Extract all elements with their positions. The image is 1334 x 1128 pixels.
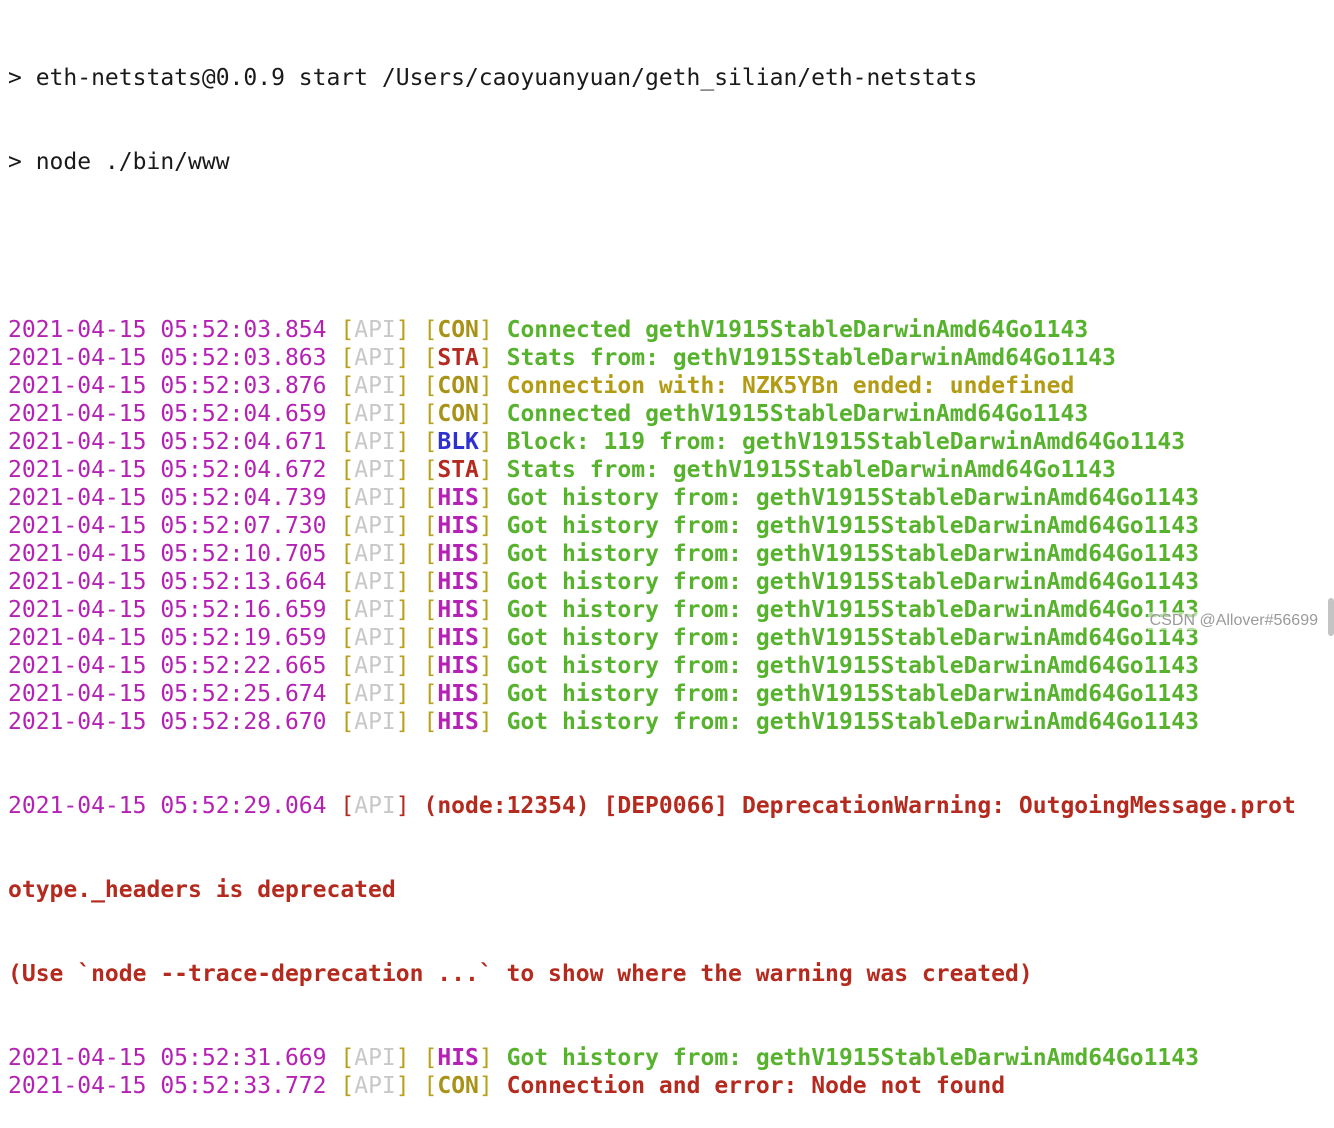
log-message: Got history from: gethV1915StableDarwinA…: [506, 681, 1199, 707]
log-line-continued: otype._headers is deprecated: [8, 877, 396, 903]
log-line: 2021-04-15 05:52:07.730 [API] [HIS] Got …: [8, 513, 1199, 539]
log-line: 2021-04-15 05:52:03.854 [API] [CON] Conn…: [8, 317, 1089, 343]
log-tag: HIS: [437, 541, 479, 567]
log-api-label: API: [354, 597, 396, 623]
log-message: Stats from: gethV1915StableDarwinAmd64Go…: [506, 457, 1116, 483]
log-api-label: API: [354, 317, 396, 343]
log-timestamp: 2021-04-15 05:52:28.670: [8, 709, 327, 735]
log-api-label: API: [354, 373, 396, 399]
watermark: CSDN @Allover#56699: [1147, 612, 1320, 630]
log-tag: HIS: [437, 653, 479, 679]
log-api-label: API: [354, 345, 396, 371]
log-timestamp: 2021-04-15 05:52:22.665: [8, 653, 327, 679]
log-api-label: API: [354, 485, 396, 511]
log-line: 2021-04-15 05:52:25.674 [API] [HIS] Got …: [8, 681, 1199, 707]
log-timestamp: 2021-04-15 05:52:13.664: [8, 569, 327, 595]
log-tag: HIS: [437, 681, 479, 707]
log-line: 2021-04-15 05:52:03.876 [API] [CON] Conn…: [8, 373, 1075, 399]
log-line: 2021-04-15 05:52:13.664 [API] [HIS] Got …: [8, 569, 1199, 595]
log-tag: CON: [437, 401, 479, 427]
log-line: 2021-04-15 05:52:04.671 [API] [BLK] Bloc…: [8, 429, 1186, 455]
log-list: 2021-04-15 05:52:03.854 [API] [CON] Conn…: [8, 316, 1320, 736]
log-message: Connection with: NZK5YBn ended: undefine…: [506, 373, 1075, 399]
log-api-label: API: [354, 429, 396, 455]
log-timestamp: 2021-04-15 05:52:04.659: [8, 401, 327, 427]
log-tag: HIS: [437, 625, 479, 651]
log-message: Got history from: gethV1915StableDarwinA…: [506, 625, 1199, 651]
log-timestamp: 2021-04-15 05:52:25.674: [8, 681, 327, 707]
log-api-label: API: [354, 513, 396, 539]
log-line: 2021-04-15 05:52:03.863 [API] [STA] Stat…: [8, 345, 1116, 371]
log-tag: HIS: [437, 1045, 479, 1071]
log-line: 2021-04-15 05:52:22.665 [API] [HIS] Got …: [8, 653, 1199, 679]
log-tag: CON: [437, 373, 479, 399]
log-message: Got history from: gethV1915StableDarwinA…: [506, 569, 1199, 595]
log-timestamp: 2021-04-15 05:52:04.672: [8, 457, 327, 483]
log-timestamp: 2021-04-15 05:52:29.064: [8, 793, 327, 819]
log-timestamp: 2021-04-15 05:52:04.671: [8, 429, 327, 455]
log-message: (node:12354) [DEP0066] DeprecationWarnin…: [423, 793, 1296, 819]
log-tag: CON: [437, 1073, 479, 1099]
log-timestamp: 2021-04-15 05:52:03.876: [8, 373, 327, 399]
log-api-label: API: [354, 709, 396, 735]
log-message: Got history from: gethV1915StableDarwinA…: [506, 653, 1199, 679]
log-api-label: API: [354, 541, 396, 567]
log-line: 2021-04-15 05:52:31.669 [API] [HIS] Got …: [8, 1045, 1199, 1071]
log-api-label: API: [354, 793, 396, 819]
log-tag: CON: [437, 317, 479, 343]
log-timestamp: 2021-04-15 05:52:33.772: [8, 1073, 327, 1099]
log-line-deprecation: 2021-04-15 05:52:29.064 [API] (node:1235…: [8, 793, 1296, 819]
log-timestamp: 2021-04-15 05:52:31.669: [8, 1045, 327, 1071]
log-timestamp: 2021-04-15 05:52:03.863: [8, 345, 327, 371]
log-list: 2021-04-15 05:52:31.669 [API] [HIS] Got …: [8, 1044, 1320, 1100]
log-message: Got history from: gethV1915StableDarwinA…: [506, 1045, 1199, 1071]
log-tag: STA: [437, 345, 479, 371]
log-tag: HIS: [437, 485, 479, 511]
log-message: Connected gethV1915StableDarwinAmd64Go11…: [506, 317, 1089, 343]
log-api-label: API: [354, 653, 396, 679]
scrollbar-thumb[interactable]: [1328, 598, 1334, 636]
log-message: Got history from: gethV1915StableDarwinA…: [506, 513, 1199, 539]
terminal-output[interactable]: > eth-netstats@0.0.9 start /Users/caoyua…: [8, 8, 1320, 1128]
log-line: 2021-04-15 05:52:28.670 [API] [HIS] Got …: [8, 709, 1199, 735]
log-message: Block: 119 from: gethV1915StableDarwinAm…: [506, 429, 1186, 455]
log-message: Connected gethV1915StableDarwinAmd64Go11…: [506, 401, 1089, 427]
log-tag: STA: [437, 457, 479, 483]
log-api-label: API: [354, 1073, 396, 1099]
log-message: Got history from: gethV1915StableDarwinA…: [506, 485, 1199, 511]
log-timestamp: 2021-04-15 05:52:10.705: [8, 541, 327, 567]
command-line: > eth-netstats@0.0.9 start /Users/caoyua…: [8, 65, 978, 91]
log-line: 2021-04-15 05:52:04.672 [API] [STA] Stat…: [8, 457, 1116, 483]
log-line: 2021-04-15 05:52:16.659 [API] [HIS] Got …: [8, 597, 1199, 623]
log-api-label: API: [354, 401, 396, 427]
log-timestamp: 2021-04-15 05:52:16.659: [8, 597, 327, 623]
log-line: 2021-04-15 05:52:10.705 [API] [HIS] Got …: [8, 541, 1199, 567]
log-message: Connection and error: Node not found: [506, 1073, 1006, 1099]
log-message: Got history from: gethV1915StableDarwinA…: [506, 597, 1199, 623]
log-timestamp: 2021-04-15 05:52:03.854: [8, 317, 327, 343]
log-timestamp: 2021-04-15 05:52:04.739: [8, 485, 327, 511]
log-tag: HIS: [437, 597, 479, 623]
log-line: 2021-04-15 05:52:33.772 [API] [CON] Conn…: [8, 1073, 1006, 1099]
log-line: 2021-04-15 05:52:04.739 [API] [HIS] Got …: [8, 485, 1199, 511]
log-api-label: API: [354, 625, 396, 651]
log-timestamp: 2021-04-15 05:52:19.659: [8, 625, 327, 651]
log-api-label: API: [354, 1045, 396, 1071]
log-line: 2021-04-15 05:52:04.659 [API] [CON] Conn…: [8, 401, 1089, 427]
command-line: > node ./bin/www: [8, 149, 230, 175]
log-message: Got history from: gethV1915StableDarwinA…: [506, 709, 1199, 735]
log-message: Got history from: gethV1915StableDarwinA…: [506, 541, 1199, 567]
log-tag: BLK: [437, 429, 479, 455]
log-line-continued: (Use `node --trace-deprecation ...` to s…: [8, 961, 1033, 987]
log-tag: HIS: [437, 709, 479, 735]
log-line: 2021-04-15 05:52:19.659 [API] [HIS] Got …: [8, 625, 1199, 651]
log-message: Stats from: gethV1915StableDarwinAmd64Go…: [506, 345, 1116, 371]
log-tag: HIS: [437, 513, 479, 539]
log-timestamp: 2021-04-15 05:52:07.730: [8, 513, 327, 539]
log-api-label: API: [354, 569, 396, 595]
log-api-label: API: [354, 681, 396, 707]
log-api-label: API: [354, 457, 396, 483]
log-tag: HIS: [437, 569, 479, 595]
